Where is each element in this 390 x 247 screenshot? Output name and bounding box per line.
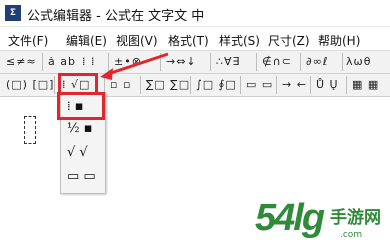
- arrow-head: [100, 68, 113, 80]
- watermark-domain: .com: [340, 230, 363, 240]
- watermark-brand: 54lg: [255, 197, 325, 239]
- watermark-site-name: 手游网: [330, 208, 381, 228]
- arrow-shaft: [107, 52, 169, 76]
